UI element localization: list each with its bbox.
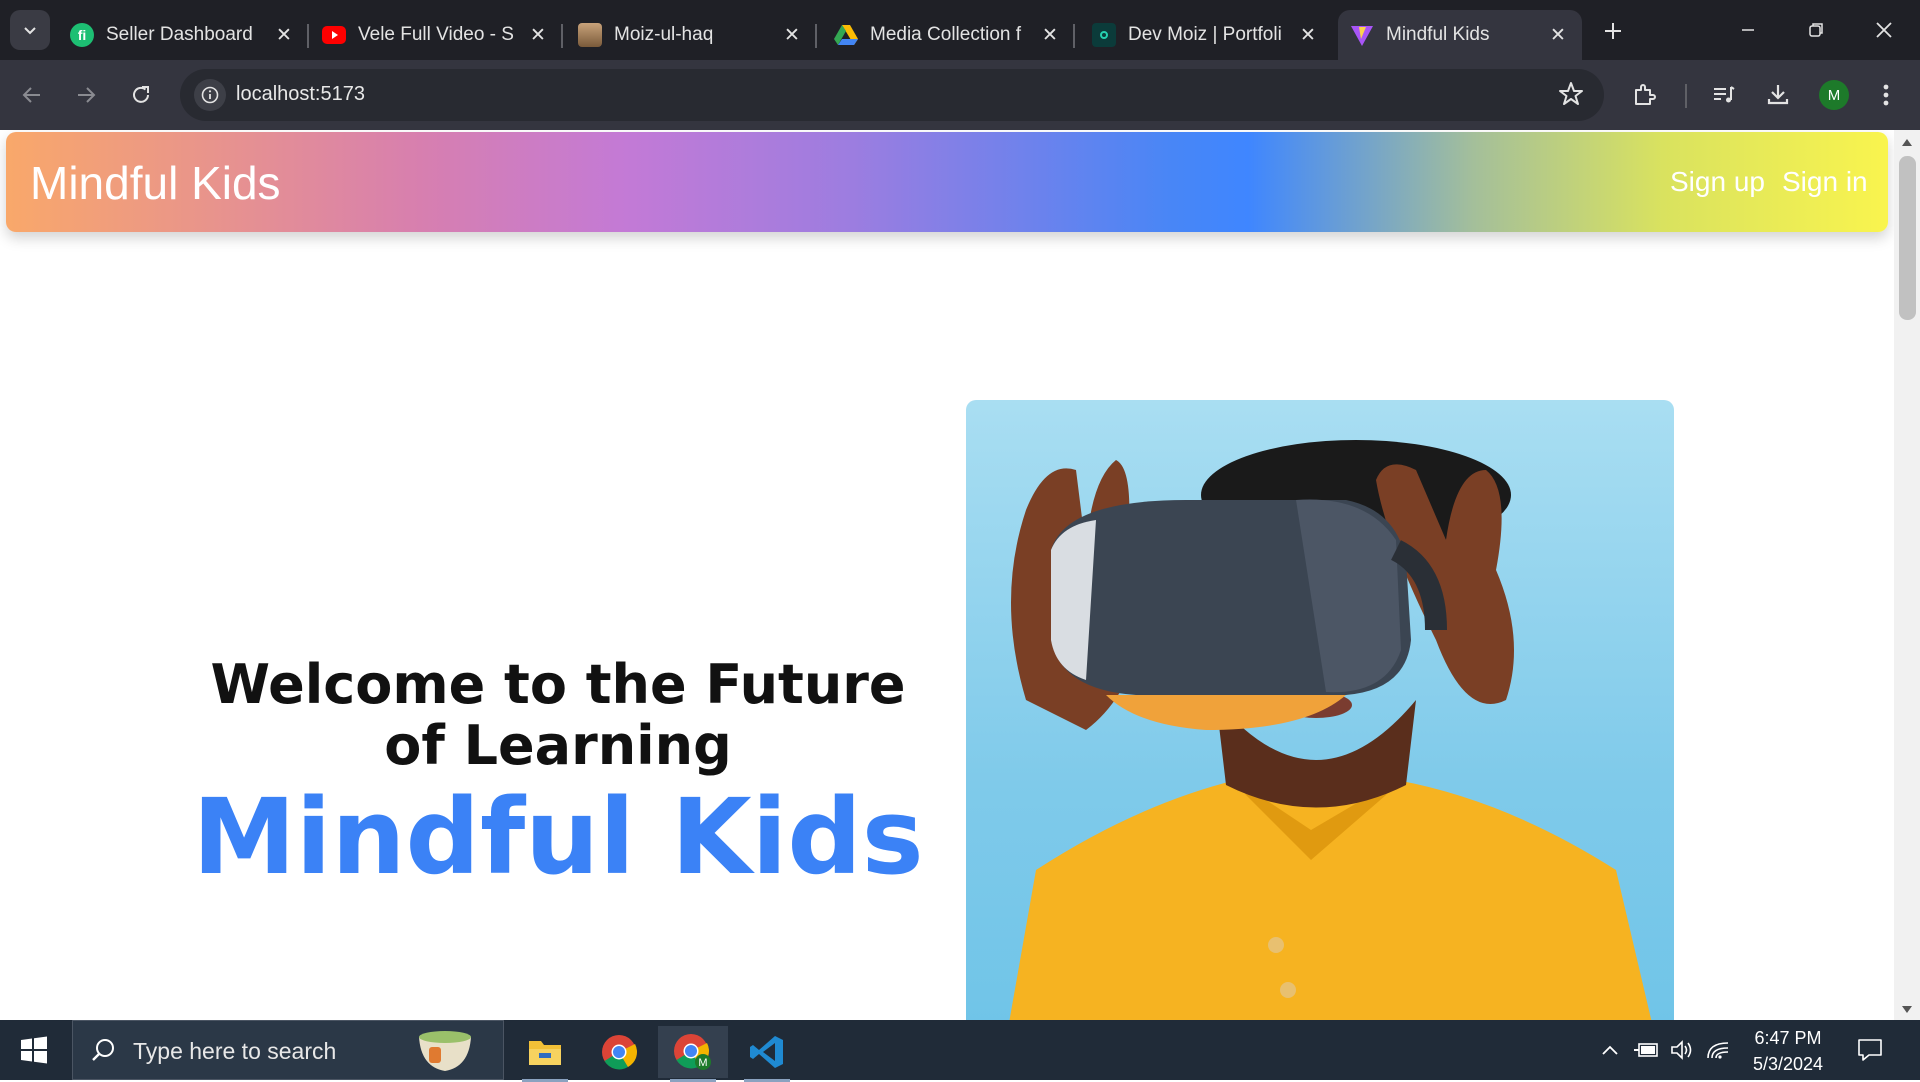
browser-tab-strip: fi Seller Dashboard ✕ Vele Full Video - … [0,0,1920,60]
tab-media-collection[interactable]: Media Collection f ✕ [822,10,1075,60]
taskbar-search-box[interactable]: Type here to search [72,1020,504,1080]
scroll-up-icon[interactable] [1902,139,1912,146]
tab-title: Seller Dashboard [106,24,253,45]
tab-youtube-video[interactable]: Vele Full Video - S ✕ [310,10,563,60]
bookmark-star-icon[interactable] [1558,81,1584,112]
page-scrollbar[interactable] [1894,130,1920,1020]
close-icon[interactable]: ✕ [1294,21,1322,49]
hero-heading: Welcome to the Future of Learning [210,653,906,777]
scroll-down-icon[interactable] [1902,1006,1912,1013]
close-icon[interactable]: ✕ [778,21,806,49]
url-text: localhost:5173 [236,83,365,105]
arrow-right-icon [78,87,96,103]
vscode-taskbar-button[interactable] [732,1026,802,1082]
arrow-left-icon [22,87,40,103]
windows-logo-icon [21,1036,47,1064]
vr-headset-child-photo [966,400,1674,1020]
windows-start-button[interactable] [14,1032,56,1068]
browser-toolbar: localhost:5173 M [0,60,1920,130]
download-icon[interactable] [1760,77,1796,113]
close-icon[interactable]: ✕ [1544,21,1572,49]
tab-dev-moiz-portfolio[interactable]: Dev Moiz | Portfoli ✕ [1080,10,1332,60]
tab-title: Dev Moiz | Portfoli [1128,24,1282,45]
chrome-profile-taskbar-button[interactable]: M [658,1026,728,1082]
site-logo[interactable]: Mindful Kids [30,156,281,210]
chrome-taskbar-button[interactable] [584,1026,654,1078]
profile-avatar[interactable]: M [1819,80,1849,110]
portfolio-icon [1092,23,1116,47]
tab-mindful-kids[interactable]: Mindful Kids ✕ [1338,10,1582,60]
close-window-button[interactable] [1850,0,1918,60]
scrollbar-thumb[interactable] [1899,156,1916,320]
profile-photo-icon [578,23,602,47]
search-icon [91,1037,117,1068]
notification-center-icon[interactable] [1856,1036,1884,1064]
extensions-icon[interactable] [1627,77,1663,113]
tab-title: Moiz-ul-haq [614,24,714,45]
new-tab-button[interactable] [1596,14,1630,48]
tab-moiz-ul-haq[interactable]: Moiz-ul-haq ✕ [566,10,817,60]
reload-button[interactable] [121,75,161,115]
folder-icon [529,1041,561,1065]
file-explorer-taskbar-button[interactable] [510,1026,580,1082]
tab-title: Media Collection f [870,24,1022,45]
close-icon [1876,22,1892,38]
wifi-icon[interactable] [1704,1036,1732,1064]
menu-kebab-icon[interactable] [1868,77,1904,113]
minimize-icon [1742,29,1754,31]
fiverr-icon: fi [70,23,94,47]
system-clock[interactable]: 6:47 PM 5/3/2024 [1740,1025,1836,1077]
close-icon[interactable]: ✕ [524,21,552,49]
search-placeholder: Type here to search [133,1038,337,1064]
sign-up-link[interactable]: Sign up [1670,166,1765,198]
restore-icon [1809,23,1823,37]
chrome-profile-icon: M [674,1034,711,1070]
forward-button[interactable] [66,75,106,115]
google-drive-icon [834,23,858,47]
vite-icon [1350,23,1374,47]
close-icon[interactable]: ✕ [1036,21,1064,49]
chevron-down-icon [24,27,36,35]
volume-icon[interactable] [1668,1036,1696,1064]
plus-icon [1605,23,1621,39]
reload-icon [133,86,149,103]
battery-icon[interactable] [1632,1036,1660,1064]
site-info-icon[interactable] [194,79,226,111]
hero-brand-name: Mindful Kids [192,776,924,898]
vscode-icon [750,1036,783,1068]
youtube-icon [322,23,346,47]
close-icon[interactable]: ✕ [270,21,298,49]
clock-date: 5/3/2024 [1752,1054,1824,1074]
sign-in-link[interactable]: Sign in [1782,166,1868,198]
search-highlight-icon [415,1027,475,1080]
tab-title: Vele Full Video - S [358,24,514,45]
show-hidden-icons-chevron-icon[interactable] [1596,1036,1624,1064]
chrome-icon [602,1035,637,1070]
media-control-icon[interactable] [1706,77,1742,113]
address-bar[interactable]: localhost:5173 [180,69,1604,121]
back-button[interactable] [12,75,52,115]
tab-seller-dashboard[interactable]: fi Seller Dashboard ✕ [58,10,309,60]
minimize-button[interactable] [1714,0,1782,60]
site-navbar: Mindful Kids Sign up Sign in [6,132,1888,232]
svg-text:M: M [698,1057,707,1069]
restore-button[interactable] [1782,0,1850,60]
page-viewport: Mindful Kids Sign up Sign in Welcome to … [0,130,1894,1020]
tab-search-button[interactable] [10,10,50,50]
tab-title: Mindful Kids [1386,24,1490,45]
clock-time: 6:47 PM [1754,1028,1822,1048]
windows-taskbar: Type here to search M 6:47 PM 5/3/2024 [0,1020,1920,1082]
